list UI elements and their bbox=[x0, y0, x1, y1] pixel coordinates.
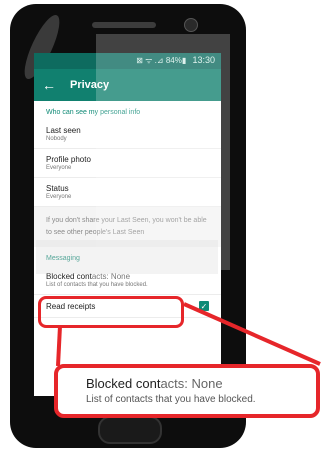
blocked-title-main: Blocked cont bbox=[46, 272, 92, 281]
zoom-callout: Blocked contacts: None List of contacts … bbox=[54, 364, 320, 418]
status-icons: ⊠ ᯤ .⊿ 84%▮ bbox=[136, 56, 187, 65]
home-button[interactable] bbox=[98, 416, 162, 444]
read-receipts-checkbox[interactable]: ✓ bbox=[199, 301, 209, 311]
pref-blocked-contacts[interactable]: Blocked contacts: None List of contacts … bbox=[34, 266, 221, 295]
status-time: 13:30 bbox=[192, 55, 215, 65]
pref-subtitle: List of contacts that you have blocked. bbox=[46, 282, 148, 288]
callout-title: Blocked contacts: None bbox=[86, 376, 316, 391]
last-seen-info-note: If you don't share your Last Seen, you w… bbox=[34, 207, 221, 247]
front-camera bbox=[184, 18, 198, 32]
pref-status[interactable]: Status Everyone bbox=[34, 178, 221, 207]
pref-title: Status bbox=[46, 184, 69, 193]
speaker-grille bbox=[92, 22, 156, 28]
status-bar: ⊠ ᯤ .⊿ 84%▮ 13:30 bbox=[34, 53, 221, 69]
pref-title: Last seen bbox=[46, 126, 81, 135]
pref-last-seen[interactable]: Last seen Nobody bbox=[34, 120, 221, 149]
pref-value: Everyone bbox=[46, 165, 72, 171]
callout-title-dim: acts: None bbox=[160, 376, 223, 391]
back-arrow-icon[interactable]: ← bbox=[42, 77, 56, 93]
pref-value: Nobody bbox=[46, 136, 67, 142]
pref-profile-photo[interactable]: Profile photo Everyone bbox=[34, 149, 221, 178]
callout-subtitle: List of contacts that you have blocked. bbox=[86, 394, 256, 405]
section-header-messaging: Messaging bbox=[46, 255, 80, 262]
blocked-contacts-highlight bbox=[38, 296, 184, 328]
pref-title: Profile photo bbox=[46, 155, 91, 164]
callout-title-main: Blocked cont bbox=[86, 376, 161, 391]
blocked-title-dim: acts: None bbox=[91, 272, 131, 281]
pref-title: Blocked contacts: None bbox=[46, 272, 209, 281]
pref-value: Everyone bbox=[46, 194, 72, 200]
section-header-personal-info: Who can see my personal info bbox=[46, 109, 141, 116]
app-toolbar: ← Privacy bbox=[34, 69, 221, 101]
phone-screen: ⊠ ᯤ .⊿ 84%▮ 13:30 ← Privacy Who can see … bbox=[34, 53, 221, 396]
page-title: Privacy bbox=[70, 79, 110, 91]
